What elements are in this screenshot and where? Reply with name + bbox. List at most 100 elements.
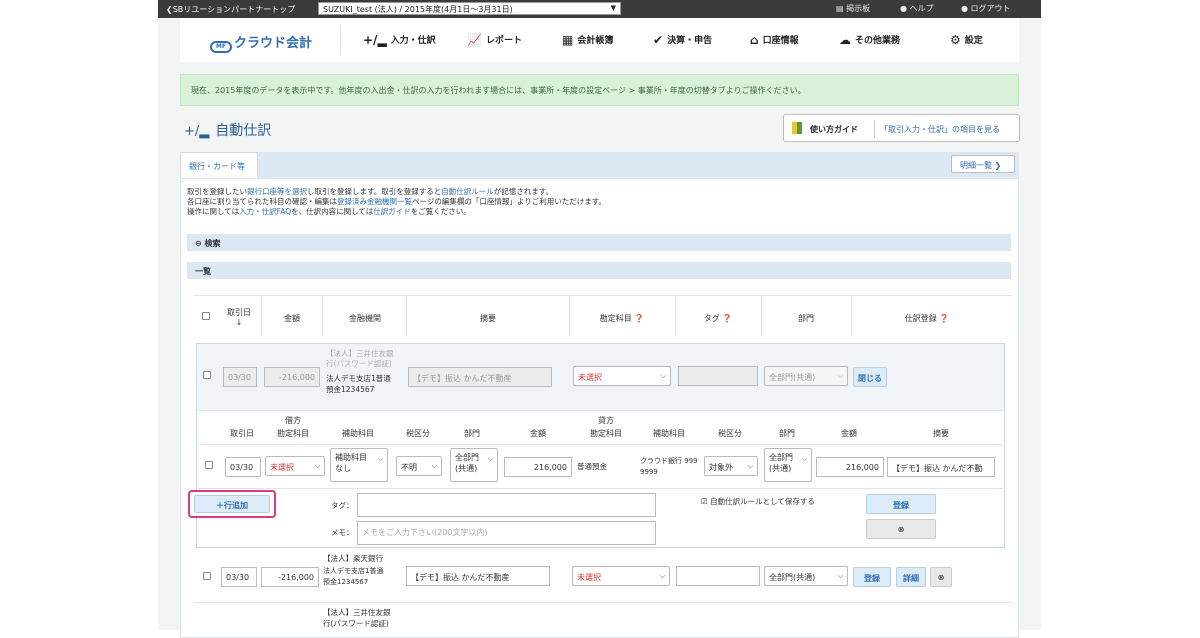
close-button[interactable]: 閉じる <box>853 367 887 387</box>
tag-input[interactable] <box>357 493 656 517</box>
registered-institutions-link[interactable]: 登録済み金融機関一覧 <box>337 197 412 206</box>
notice-board-link[interactable]: ▤ 掲示板 <box>836 3 870 15</box>
row-dept-select[interactable]: 全部門(共通) ⌵ <box>764 366 848 386</box>
credit-amount-input[interactable]: 216,000 <box>816 457 884 477</box>
journal-guide-link[interactable]: 仕訳ガイド <box>373 207 411 216</box>
row-bank-line: 【法人】三井住友銀 <box>326 349 394 358</box>
nav-item-other[interactable]: ☁ その他業務 <box>839 33 900 47</box>
debit-tax-select[interactable]: 不明 ⌵ <box>396 456 442 476</box>
desc-line-2: 各口座に割り当てられた科目の確認・編集は登録済み金融機関一覧ページの編集欄の「口… <box>187 197 606 207</box>
cancel-button[interactable]: ⊗ <box>866 519 936 539</box>
search-section-label: 検索 <box>204 239 221 248</box>
auto-rule-link[interactable]: 自動仕訳ルール <box>441 187 494 196</box>
col-date[interactable]: 取引日 ↓ <box>222 307 256 327</box>
chevron-down-icon: ⌵ <box>431 462 437 470</box>
question-icon: ● <box>900 4 910 13</box>
desc-text: 取引を登録したい <box>187 187 247 196</box>
desc-text: 操作に関しては <box>187 207 240 216</box>
chevron-down-icon: ⌵ <box>377 455 383 463</box>
logo[interactable]: MF クラウド会計 <box>210 32 312 53</box>
save-rule-option[interactable]: ☑ 自動仕訳ルールとして保存する <box>701 497 815 507</box>
row-memo-input[interactable]: 【デモ】振込 かんだ不動産 <box>406 566 550 586</box>
journal-memo-input[interactable]: 【デモ】振込 かんだ不動 <box>887 457 995 477</box>
gear-icon: ⚙ <box>950 33 961 47</box>
help-circle-icon[interactable]: ❓ <box>939 314 949 323</box>
journal-checkbox[interactable] <box>205 461 213 469</box>
row-account-select[interactable]: 未選択 ⌵ <box>572 566 670 586</box>
tab-bank-card[interactable]: 銀行・カード等 <box>180 152 258 178</box>
description: 取引を登録したい銀行口座等を選択し取引を登録します。取引を登録すると自動仕訳ルー… <box>187 187 606 217</box>
row-register-button[interactable]: 登録 <box>853 567 891 587</box>
row-date: 03/30 <box>223 367 257 387</box>
journal-date-input[interactable]: 03/30 <box>225 457 261 477</box>
register-button[interactable]: 登録 <box>866 494 936 514</box>
credit-tax-select[interactable]: 対象外 ⌵ <box>704 456 758 476</box>
nav-item-closing[interactable]: ✔ 決算・申告 <box>653 33 712 47</box>
logout-link[interactable]: ● ログアウト <box>961 3 1011 15</box>
row-checkbox[interactable] <box>203 371 211 379</box>
row-tag-input[interactable] <box>676 566 760 586</box>
faq-link[interactable]: 入力・仕訳FAQ <box>239 207 291 216</box>
help-circle-icon[interactable]: ❓ <box>722 314 732 323</box>
debit-account-value: 未選択 <box>270 463 294 472</box>
row-account-select[interactable]: 未選択 ⌵ <box>573 366 671 386</box>
row-amount: -216,000 <box>264 367 320 387</box>
info-message: 現在、2015年度のデータを表示中です。他年度の入出金・仕訳の入力を行われます場… <box>180 74 1019 106</box>
usage-guide[interactable]: 使い方ガイド 「取引入力・仕訳」の項目を見る <box>783 114 1020 142</box>
col-register: 仕訳登録 ❓ <box>852 313 1002 324</box>
debit-amount-input[interactable]: 216,000 <box>504 457 572 477</box>
j-col-credit-tax: 税区分 <box>718 429 742 438</box>
col-memo: 摘要 <box>480 314 496 323</box>
minus-circle-icon: ⊖ <box>195 239 205 248</box>
debit-sub-value-2: なし <box>335 464 351 473</box>
nav-item-report[interactable]: 📈 レポート <box>467 33 522 47</box>
select-bank-link[interactable]: 銀行口座等を選択 <box>247 187 307 196</box>
row-checkbox[interactable] <box>203 572 211 580</box>
debit-dept-select[interactable]: 全部門 (共通) ⌵ <box>450 448 498 482</box>
row-delete-button[interactable]: ⊗ <box>930 567 952 587</box>
debit-sub-select[interactable]: 補助科目 なし ⌵ <box>330 448 388 482</box>
plus-slash-icon: +/▂ <box>184 124 210 139</box>
j-col-credit-sub: 補助科目 <box>653 429 685 438</box>
partner-top-link[interactable]: ❮SBリユーションパートナートップ <box>166 4 295 15</box>
col-department: 部門 <box>798 314 814 323</box>
office-year-select[interactable]: SUZUKI_test (法人) / 2015年度(4月1日〜3月31日) ▼ <box>318 2 621 15</box>
select-all-checkbox[interactable] <box>202 312 210 320</box>
help-circle-icon[interactable]: ❓ <box>634 314 644 323</box>
cloud-logo-icon: MF <box>210 41 232 53</box>
nav-label: 入力・仕訳 <box>390 36 436 46</box>
checked-checkbox-icon[interactable]: ☑ <box>701 497 710 506</box>
col-date-label: 取引日 <box>227 308 251 317</box>
plus-slash-icon: +/▂ <box>363 33 387 47</box>
chevron-down-icon: ⌵ <box>837 372 843 380</box>
add-row-button[interactable]: ＋行追加 <box>194 495 270 513</box>
j-col-credit-dept: 部門 <box>779 429 795 438</box>
home-icon: ⌂ <box>750 33 759 47</box>
memo-textarea[interactable]: メモをご入力下さい(200文字以内) <box>357 521 656 545</box>
nav-label: 会計帳簿 <box>577 36 614 46</box>
search-section-toggle[interactable]: ⊖ 検索 <box>187 234 1011 251</box>
debit-account-select[interactable]: 未選択 ⌵ <box>265 456 325 476</box>
col-divider <box>406 296 407 336</box>
nav-item-account-info[interactable]: ⌂ 口座情報 <box>750 33 799 47</box>
credit-dept-value: 全部門 <box>769 453 793 462</box>
j-col-debit-tax: 税区分 <box>406 429 430 438</box>
save-rule-label: 自動仕訳ルールとして保存する <box>710 497 815 506</box>
nav-item-entry[interactable]: +/▂ 入力・仕訳 <box>363 33 436 47</box>
nav-item-settings[interactable]: ⚙ 設定 <box>950 33 983 47</box>
nav-item-ledger[interactable]: ▦ 会計帳簿 <box>562 33 613 47</box>
detail-list-button[interactable]: 明細一覧 ❯ <box>951 155 1015 173</box>
j-col-credit-amount: 金額 <box>841 429 857 438</box>
tag-label: タグ： <box>331 501 354 510</box>
desc-text: ページの編集欄の「口座情報」よりご利用いただけます。 <box>412 197 606 206</box>
row-detail-button[interactable]: 詳細 <box>896 567 926 587</box>
guide-link[interactable]: 「取引入力・仕訳」の項目を見る <box>880 124 1000 135</box>
nav-label: 口座情報 <box>762 36 799 46</box>
credit-dept-select[interactable]: 全部門 (共通) ⌵ <box>764 448 812 482</box>
row-dept-select[interactable]: 全部門(共通) ⌵ <box>764 566 848 586</box>
list-section-header: 一覧 <box>187 262 1011 279</box>
help-link[interactable]: ● ヘルプ <box>900 3 934 15</box>
row-tag-input[interactable] <box>678 366 758 386</box>
main-nav: MF クラウド会計 +/▂ 入力・仕訳 📈 レポート ▦ 会計帳簿 ✔ 決算・申告 ⌂ 口座… <box>180 18 1019 62</box>
j-col-debit: 借方 <box>285 416 301 425</box>
